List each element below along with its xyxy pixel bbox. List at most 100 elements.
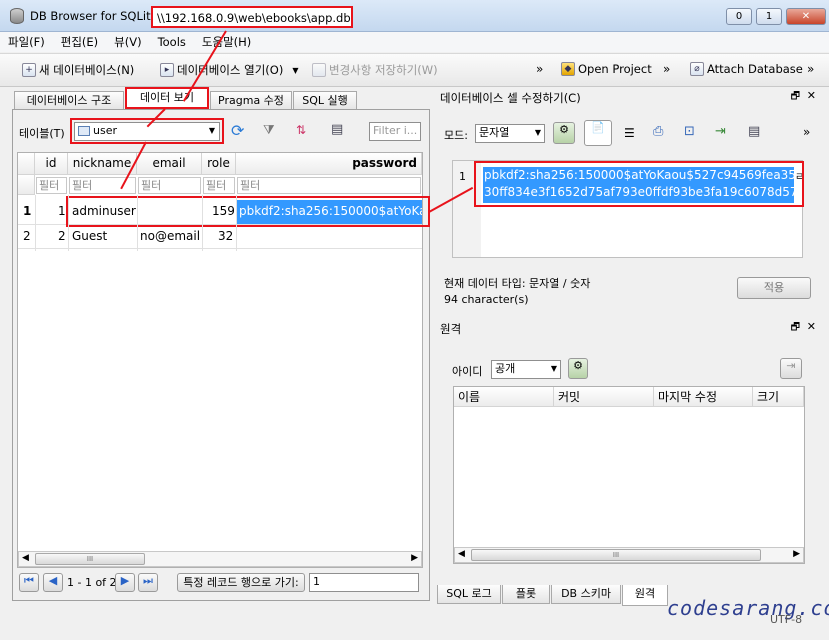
open-project-button[interactable]: ◆ Open Project [561,62,652,76]
print-icon[interactable]: ▤ [331,122,343,137]
filter-password[interactable]: 필터 [237,177,421,194]
open-database-button[interactable]: ▸ 데이터베이스 열기(O) ▼ [160,62,298,78]
attach-database-button[interactable]: ⌀ Attach Database [690,62,803,76]
tab-plot[interactable]: 플롯 [502,585,550,604]
close-icon[interactable]: ✕ [807,89,816,102]
filter-input[interactable]: Filter i... [369,122,421,141]
prev-record-button[interactable]: ◀ [43,573,63,592]
column-header-nickname[interactable]: nickname [68,153,137,175]
tab-pragma[interactable]: Pragma 수정 [210,91,292,110]
column-header-size[interactable]: 크기 [753,387,804,407]
maximize-button[interactable]: 1 [756,8,782,25]
float-icon[interactable]: 🗗 [791,320,800,337]
scroll-thumb[interactable]: III [471,549,761,561]
menu-view[interactable]: 뷰(V) [106,32,149,50]
tab-sql-log[interactable]: SQL 로그 [437,585,501,604]
menu-bar: 파일(F) 편집(E) 뷰(V) Tools 도움말(H) [0,32,829,52]
cell-email[interactable]: no@email [140,229,200,243]
mode-label: 모드: [444,129,468,142]
scroll-right-arrow[interactable]: ▶ [411,553,418,563]
last-record-button[interactable]: ⏭ [138,573,158,592]
chevron-down-icon: ▼ [208,126,215,135]
text-view-button[interactable]: 📄 [584,120,612,146]
first-record-button[interactable]: ⏮ [19,573,39,592]
app-title: DB Browser for SQLite [30,9,158,23]
float-icon[interactable]: 🗗 [791,89,800,106]
menu-file[interactable]: 파일(F) [0,32,53,50]
tab-db-structure[interactable]: 데이터베이스 구조 [14,91,124,110]
indent-icon[interactable]: ☰ [624,126,635,140]
column-header-commit[interactable]: 커밋 [554,387,654,407]
row-number: 2 [23,229,31,243]
column-header-id[interactable]: id [35,153,68,175]
line-number: 1 [459,170,466,183]
column-header-password[interactable]: password [236,153,422,175]
data-grid: id nickname email role password 필터 필터 필터… [17,152,430,568]
filter-row-corner [18,175,35,195]
scroll-left-arrow[interactable]: ◀ [458,549,465,559]
scroll-left-arrow[interactable]: ◀ [22,553,29,563]
mode-select[interactable]: 문자열 ▼ [475,124,545,143]
scroll-thumb[interactable]: III [35,553,145,565]
menu-tools[interactable]: Tools [150,33,194,49]
write-changes-button[interactable]: 변경사항 저장하기(W) [312,62,438,78]
clear-filter-icon[interactable]: ⧩ [263,123,275,138]
filter-role[interactable]: 필터 [203,177,235,194]
cell-nickname[interactable]: Guest [72,229,107,243]
toolbar-overflow-button-2[interactable]: » [663,62,670,76]
grid-horizontal-scrollbar[interactable]: ◀ III ▶ [18,551,422,567]
overflow-icon[interactable]: » [803,125,810,139]
app-db-icon [10,8,24,24]
print-cell-icon[interactable]: ▤ [748,124,760,139]
cell-id[interactable]: 1 [58,204,66,218]
new-database-button[interactable]: + 새 데이터베이스(N) [22,62,134,78]
auto-switch-mode-button[interactable]: ⚙ [553,122,575,144]
cell-role[interactable]: 32 [218,229,233,243]
tab-browse-data[interactable]: 데이터 보기 [125,87,209,109]
apply-button[interactable]: 적용 [737,277,811,299]
chevron-down-icon[interactable]: ▼ [292,66,298,75]
col-divider [137,195,138,251]
toolbar-overflow-button[interactable]: » [536,62,543,76]
filter-email[interactable]: 필터 [138,177,201,194]
scroll-right-arrow[interactable]: ▶ [793,549,800,559]
tab-execute-sql[interactable]: SQL 실행 [293,91,357,110]
set-null-icon[interactable]: ⇥ [715,124,726,139]
refresh-icon[interactable]: ⟳ [231,121,244,140]
chevron-down-icon: ▼ [534,128,541,137]
attach-icon: ⌀ [690,62,704,76]
import-icon[interactable]: ⎙ [653,124,663,139]
main-toolbar: + 새 데이터베이스(N) ▸ 데이터베이스 열기(O) ▼ 변경사항 저장하기(W… [0,53,829,87]
project-icon: ◆ [561,62,575,76]
edit-cell-dock-title: 데이터베이스 셀 수정하기(C) 🗗 ✕ [437,88,822,106]
tab-db-schema[interactable]: DB 스키마 [551,585,621,604]
configure-identity-button[interactable]: ⚙ [568,358,588,379]
tab-remote[interactable]: 원격 [622,585,668,606]
cell-id[interactable]: 2 [58,229,66,243]
menu-edit[interactable]: 편집(E) [53,32,106,50]
table-row[interactable]: 2 2 Guest no@email 32 [18,225,422,249]
minimize-button[interactable]: 0 [726,8,752,25]
goto-record-input[interactable]: 1 [309,573,419,592]
identity-select[interactable]: 공개 ▼ [491,360,561,379]
next-record-button[interactable]: ▶ [115,573,135,592]
close-icon[interactable]: ✕ [807,320,816,333]
close-button[interactable]: ✕ [786,8,826,25]
char-count-label: 94 character(s) [444,293,529,306]
filter-id[interactable]: 필터 [36,177,67,194]
sort-icon[interactable]: ⇅ [296,123,306,137]
open-db-icon: ▸ [160,63,174,77]
column-header-name[interactable]: 이름 [454,387,554,407]
column-header-role[interactable]: role [202,153,236,175]
menu-help[interactable]: 도움말(H) [194,32,259,50]
toolbar-overflow-button-3[interactable]: » [807,62,814,76]
remote-horizontal-scrollbar[interactable]: ◀ III ▶ [454,547,804,563]
col-divider [68,195,69,251]
column-header-last-modified[interactable]: 마지막 수정 [654,387,753,407]
push-button[interactable]: ⇥ [780,358,802,379]
export-icon[interactable]: ⊡ [684,124,695,139]
identity-label: 아이디 [452,365,483,378]
remote-dock-title: 원격 🗗 ✕ [437,319,822,337]
goto-record-button[interactable]: 특정 레코드 행으로 가기: [177,573,305,592]
column-header-email[interactable]: email [137,153,202,175]
